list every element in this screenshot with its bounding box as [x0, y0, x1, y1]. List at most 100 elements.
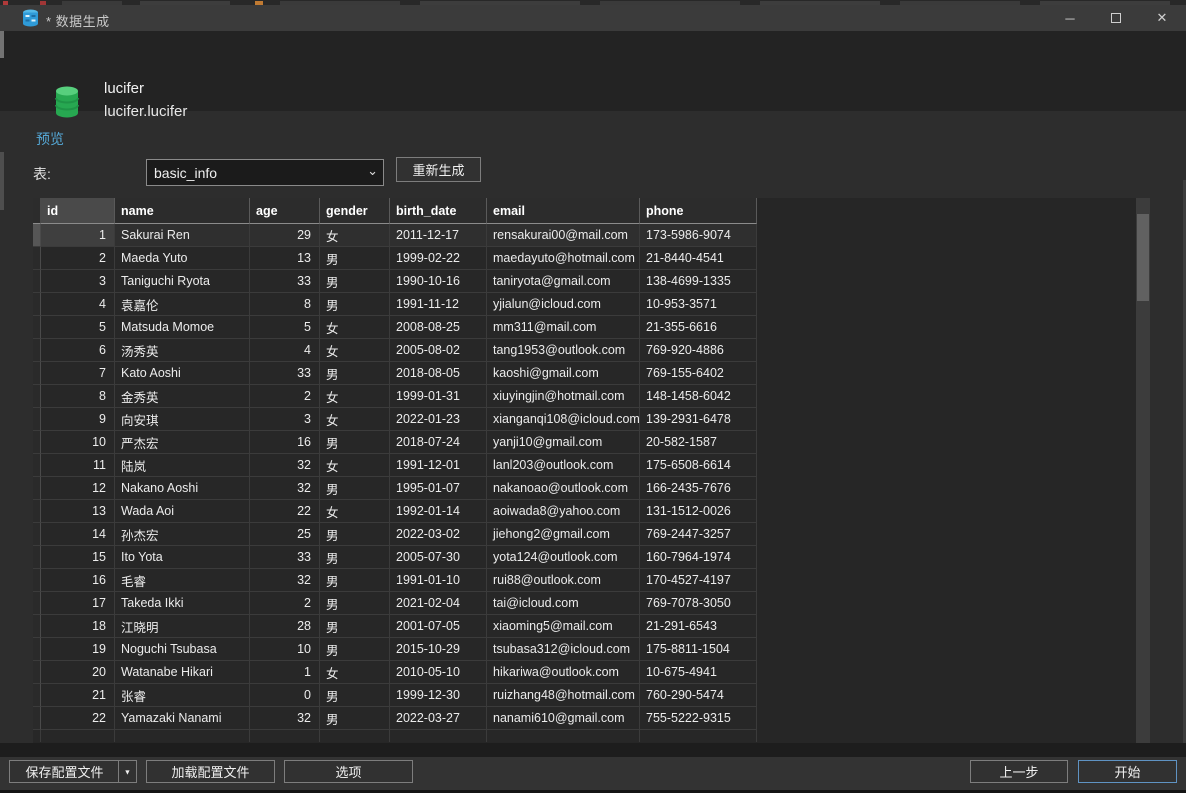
- grid-cell-gender[interactable]: 男: [320, 431, 390, 454]
- grid-cell-gender[interactable]: 男: [320, 592, 390, 615]
- grid-cell-gender[interactable]: 女: [320, 224, 390, 247]
- grid-cell-age[interactable]: 2: [250, 592, 320, 615]
- grid-cell-age[interactable]: 32: [250, 569, 320, 592]
- grid-cell-email[interactable]: rensakurai00@mail.com: [487, 224, 640, 247]
- grid-cell-phone[interactable]: 20-582-1587: [640, 431, 757, 454]
- grid-cell-birth_date[interactable]: 2022-01-23: [390, 408, 487, 431]
- grid-cell-gender[interactable]: 男: [320, 569, 390, 592]
- grid-cell-phone[interactable]: 173-5986-9074: [640, 224, 757, 247]
- grid-cell-id[interactable]: 4: [41, 293, 115, 316]
- grid-cell-age[interactable]: 25: [250, 523, 320, 546]
- grid-cell-gender[interactable]: 男: [320, 362, 390, 385]
- grid-cell-email[interactable]: yota124@outlook.com: [487, 546, 640, 569]
- load-profile-button[interactable]: 加载配置文件: [146, 760, 275, 783]
- grid-cell-birth_date[interactable]: 2005-08-02: [390, 339, 487, 362]
- grid-cell-id[interactable]: 19: [41, 638, 115, 661]
- grid-cell-email[interactable]: maedayuto@hotmail.com: [487, 247, 640, 270]
- grid-cell-name[interactable]: 孙杰宏: [115, 523, 250, 546]
- grid-cell-name[interactable]: 毛睿: [115, 569, 250, 592]
- grid-cell-name[interactable]: Yamazaki Nanami: [115, 707, 250, 730]
- grid-cell-birth_date[interactable]: 1992-01-14: [390, 500, 487, 523]
- grid-cell-age[interactable]: 16: [250, 431, 320, 454]
- grid-cell-name[interactable]: Kato Aoshi: [115, 362, 250, 385]
- grid-cell-phone[interactable]: 21-291-6543: [640, 615, 757, 638]
- grid-cell-phone[interactable]: 769-920-4886: [640, 339, 757, 362]
- grid-cell-phone[interactable]: 148-1458-6042: [640, 385, 757, 408]
- grid-cell-birth_date[interactable]: 1990-10-16: [390, 270, 487, 293]
- grid-cell-name[interactable]: 金秀英: [115, 385, 250, 408]
- row-selector-gutter[interactable]: [33, 293, 41, 316]
- grid-cell-id[interactable]: 18: [41, 615, 115, 638]
- grid-cell-name[interactable]: Matsuda Momoe: [115, 316, 250, 339]
- grid-cell-gender[interactable]: 男: [320, 523, 390, 546]
- grid-cell-email[interactable]: yanji10@gmail.com: [487, 431, 640, 454]
- grid-cell-birth_date[interactable]: 1995-01-07: [390, 477, 487, 500]
- grid-cell-age[interactable]: 5: [250, 316, 320, 339]
- grid-cell-email[interactable]: xiuyingjin@hotmail.com: [487, 385, 640, 408]
- column-header-gender[interactable]: gender: [320, 198, 390, 224]
- row-selector-gutter[interactable]: [33, 408, 41, 431]
- grid-cell-birth_date[interactable]: 1999-02-22: [390, 247, 487, 270]
- grid-cell-gender[interactable]: 女: [320, 385, 390, 408]
- grid-cell-age[interactable]: 33: [250, 270, 320, 293]
- grid-cell-birth_date[interactable]: 2005-07-30: [390, 546, 487, 569]
- grid-cell-id[interactable]: 20: [41, 661, 115, 684]
- row-selector-gutter[interactable]: [33, 224, 41, 247]
- grid-cell-id[interactable]: 3: [41, 270, 115, 293]
- grid-cell-email[interactable]: ruizhang48@hotmail.com: [487, 684, 640, 707]
- grid-cell-name[interactable]: Sakurai Ren: [115, 224, 250, 247]
- grid-cell-email[interactable]: nakanoao@outlook.com: [487, 477, 640, 500]
- row-selector-gutter[interactable]: [33, 316, 41, 339]
- grid-cell-birth_date[interactable]: 2022-03-02: [390, 523, 487, 546]
- grid-cell-age[interactable]: 1: [250, 661, 320, 684]
- grid-cell-name[interactable]: Ito Yota: [115, 546, 250, 569]
- grid-cell-age[interactable]: 4: [250, 339, 320, 362]
- table-select[interactable]: basic_info ⌄: [146, 159, 384, 186]
- grid-cell-gender[interactable]: 男: [320, 477, 390, 500]
- grid-cell-age[interactable]: 22: [250, 500, 320, 523]
- grid-cell-phone[interactable]: 138-4699-1335: [640, 270, 757, 293]
- grid-cell-gender[interactable]: 男: [320, 615, 390, 638]
- grid-cell-name[interactable]: Takeda Ikki: [115, 592, 250, 615]
- grid-cell-age[interactable]: 28: [250, 615, 320, 638]
- grid-cell-id[interactable]: 16: [41, 569, 115, 592]
- grid-cell-birth_date[interactable]: 2022-03-27: [390, 707, 487, 730]
- row-selector-gutter[interactable]: [33, 477, 41, 500]
- grid-cell-email[interactable]: rui88@outlook.com: [487, 569, 640, 592]
- grid-cell-name[interactable]: 张睿: [115, 684, 250, 707]
- grid-cell-email[interactable]: jiehong2@gmail.com: [487, 523, 640, 546]
- grid-cell-birth_date[interactable]: 2018-08-05: [390, 362, 487, 385]
- grid-cell-id[interactable]: 5: [41, 316, 115, 339]
- row-selector-gutter[interactable]: [33, 638, 41, 661]
- row-selector-gutter[interactable]: [33, 454, 41, 477]
- grid-cell-phone[interactable]: 170-4527-4197: [640, 569, 757, 592]
- column-header-birth_date[interactable]: birth_date: [390, 198, 487, 224]
- grid-cell-age[interactable]: 0: [250, 684, 320, 707]
- grid-cell-birth_date[interactable]: 2021-02-04: [390, 592, 487, 615]
- grid-cell-phone[interactable]: 175-6508-6614: [640, 454, 757, 477]
- grid-cell-phone[interactable]: 131-1512-0026: [640, 500, 757, 523]
- grid-cell-name[interactable]: 江晓明: [115, 615, 250, 638]
- grid-cell-phone[interactable]: 769-155-6402: [640, 362, 757, 385]
- grid-cell-gender[interactable]: 女: [320, 339, 390, 362]
- row-selector-gutter[interactable]: [33, 569, 41, 592]
- options-button[interactable]: 选项: [284, 760, 413, 783]
- grid-cell-name[interactable]: Noguchi Tsubasa: [115, 638, 250, 661]
- grid-cell-id[interactable]: 7: [41, 362, 115, 385]
- grid-cell-birth_date[interactable]: 2011-12-17: [390, 224, 487, 247]
- grid-cell-gender[interactable]: 女: [320, 500, 390, 523]
- grid-cell-email[interactable]: xiaoming5@mail.com: [487, 615, 640, 638]
- grid-cell-email[interactable]: nanami610@gmail.com: [487, 707, 640, 730]
- grid-cell-birth_date[interactable]: 1999-01-31: [390, 385, 487, 408]
- grid-cell-name[interactable]: Taniguchi Ryota: [115, 270, 250, 293]
- grid-cell-birth_date[interactable]: 2018-07-24: [390, 431, 487, 454]
- grid-cell-id[interactable]: 15: [41, 546, 115, 569]
- row-selector-gutter[interactable]: [33, 592, 41, 615]
- grid-cell-gender[interactable]: 男: [320, 546, 390, 569]
- grid-cell-email[interactable]: kaoshi@gmail.com: [487, 362, 640, 385]
- previous-step-button[interactable]: 上一步: [970, 760, 1068, 783]
- row-selector-gutter[interactable]: [33, 247, 41, 270]
- column-header-id[interactable]: id: [41, 198, 115, 224]
- grid-cell-name[interactable]: Maeda Yuto: [115, 247, 250, 270]
- row-selector-gutter[interactable]: [33, 523, 41, 546]
